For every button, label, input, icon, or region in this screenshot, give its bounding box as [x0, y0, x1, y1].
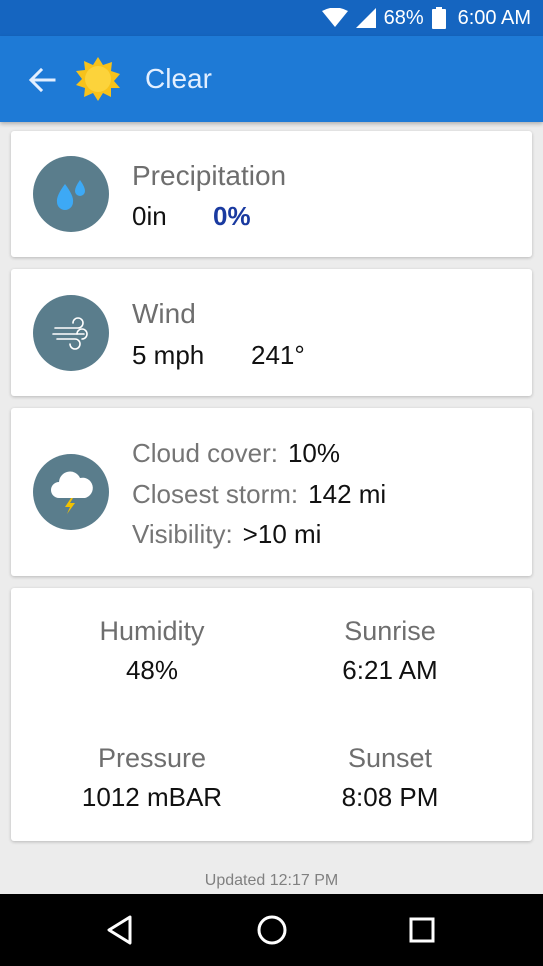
pressure-value: 1012 mBAR — [81, 782, 223, 812]
precipitation-title: Precipitation — [132, 160, 287, 191]
closest-storm-value: 142 mi — [308, 479, 387, 509]
raindrops-icon — [56, 180, 85, 210]
back-arrow-icon[interactable] — [26, 64, 58, 96]
closest-storm-label: Closest storm: — [132, 479, 299, 509]
wind-icon-circle — [33, 295, 109, 371]
humidity-label: Humidity — [99, 616, 205, 646]
cloud-cover-value: 10% — [287, 438, 341, 468]
battery-percent: 68% — [383, 6, 424, 29]
navigation-bar — [0, 894, 543, 966]
sunrise-cell: Sunrise 6:21 AM — [270, 616, 510, 686]
stats-card: Humidity 48% Sunrise 6:21 AM Pressure 10… — [11, 588, 532, 841]
sunset-value: 8:08 PM — [341, 782, 439, 812]
pressure-label: Pressure — [97, 743, 207, 773]
clock: 6:00 AM — [457, 6, 531, 29]
cloud-lightning-icon — [51, 471, 93, 514]
conditions-card: Cloud cover: 10% Closest storm: 142 mi V… — [11, 408, 532, 576]
sunset-cell: Sunset 8:08 PM — [270, 743, 510, 813]
humidity-value: 48% — [125, 655, 179, 685]
storm-icon-circle — [33, 454, 109, 530]
precipitation-amount: 0in — [132, 201, 167, 231]
precipitation-icon-circle — [33, 156, 109, 232]
sunset-label: Sunset — [347, 743, 433, 773]
humidity-cell: Humidity 48% — [32, 616, 272, 686]
visibility-row: Visibility: >10 mi — [132, 519, 321, 550]
nav-recents-icon[interactable] — [404, 912, 440, 948]
pressure-cell: Pressure 1012 mBAR — [32, 743, 272, 813]
page-title: Clear — [145, 63, 212, 94]
nav-back-icon[interactable] — [102, 912, 138, 948]
cloud-cover-label: Cloud cover: — [132, 438, 278, 468]
wind-card: Wind 5 mph 241° — [11, 269, 532, 396]
visibility-value: >10 mi — [242, 519, 322, 549]
status-bar: 68% 6:00 AM — [0, 0, 543, 36]
nav-home-icon[interactable] — [254, 912, 290, 948]
battery-icon — [431, 7, 446, 29]
wind-direction: 241° — [251, 340, 305, 370]
sunrise-value: 6:21 AM — [342, 655, 438, 685]
wind-title: Wind — [132, 298, 196, 329]
wind-icon — [52, 317, 88, 350]
wifi-icon — [321, 8, 348, 27]
app-bar: Clear — [0, 36, 543, 122]
precipitation-chance: 0% — [213, 201, 251, 231]
visibility-label: Visibility: — [132, 519, 233, 549]
wind-speed: 5 mph — [132, 340, 205, 370]
closest-storm-row: Closest storm: 142 mi — [132, 479, 386, 510]
sunrise-label: Sunrise — [344, 616, 436, 646]
cell-signal-icon — [355, 8, 376, 28]
updated-timestamp: Updated 12:17 PM — [204, 872, 339, 889]
precipitation-card: Precipitation 0in 0% — [11, 131, 532, 257]
cloud-cover-row: Cloud cover: 10% — [132, 438, 340, 469]
sun-icon — [76, 57, 120, 101]
